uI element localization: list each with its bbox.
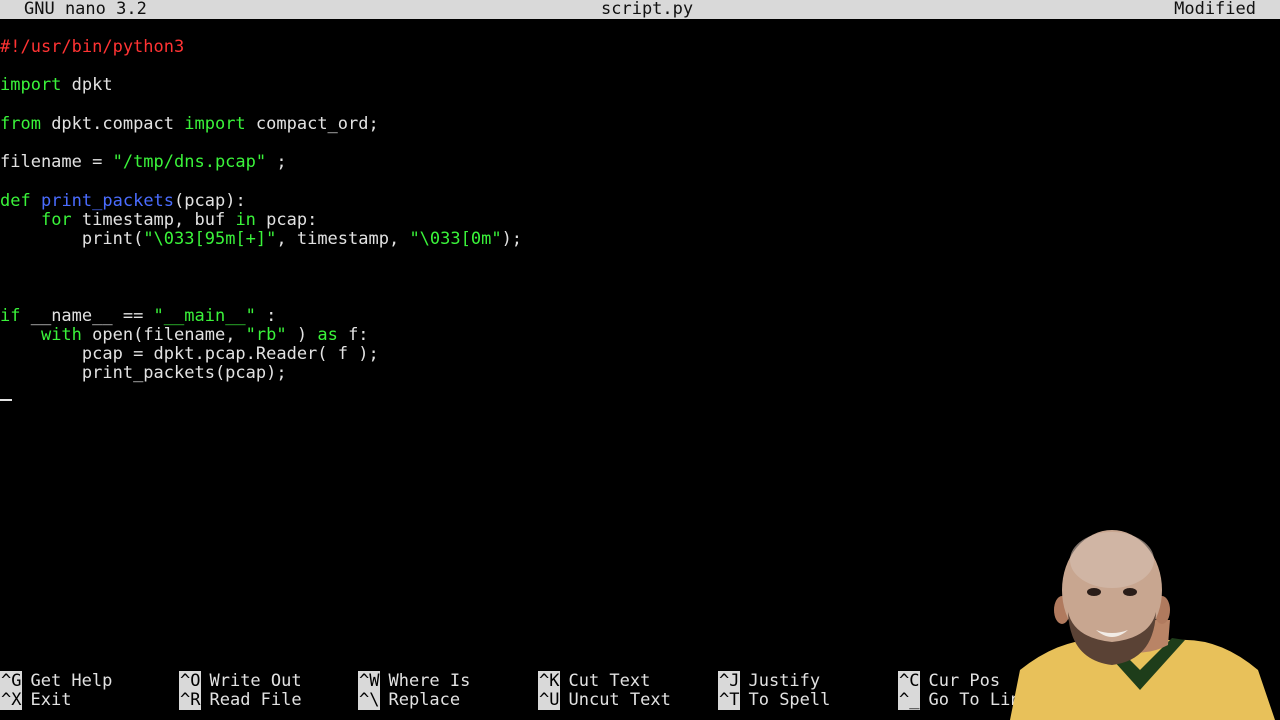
shortcut-key: ^_ [898,690,921,710]
keyword-import: import [0,75,62,96]
code-line-2[interactable] [0,57,1280,76]
shortcut-justify[interactable]: ^J Justify [718,671,821,691]
nano-title-bar: GNU nano 3.2 script.py Modified [0,0,1280,19]
code-line-17[interactable]: pcap = dpkt.pcap.Reader( f ); [0,344,1280,364]
keyword-as: as [317,324,338,345]
shortcut-cut-text[interactable]: ^K Cut Text [538,671,651,691]
code-text: pcap = dpkt.pcap.Reader( f ); [81,344,379,364]
keyword-if: if [0,305,21,326]
shortcut-key: ^T [718,690,741,710]
code-line-11[interactable]: print("\033[95m[+]", timestamp, "\033[0m… [0,228,1280,249]
string-literal: "/tmp/dns.pcap" [112,152,267,173]
code-text: , timestamp, [276,228,410,249]
shortcut-key: ^\ [358,690,381,710]
shortcut-label: Write Out [209,671,302,691]
code-text: dpkt [61,75,113,96]
code-line-3[interactable]: import dpkt [0,76,1280,95]
keyword-for: for [40,209,72,230]
code-line-18[interactable]: print_packets(pcap); [0,364,1280,383]
shortcut-label: Read File [209,690,302,710]
shortcut-label: Exit [30,690,72,710]
shortcut-key: ^J [718,671,741,691]
shortcut-key: ^O [179,671,202,691]
code-text: filename = [0,152,113,173]
string-literal: "\033[95m[+]" [143,228,277,249]
shortcut-cur-pos[interactable]: ^C Cur Pos [898,671,1001,691]
app-name: GNU nano 3.2 [24,0,147,19]
shortcut-key: ^C [898,671,921,691]
shortcut-label: Get Help [30,671,113,691]
code-line-16[interactable]: with open(filename, "rb" ) as f: [0,324,1280,345]
shortcut-to-spell[interactable]: ^T To Spell [718,690,831,710]
code-text: timestamp, buf [71,209,236,230]
shortcut-write-out[interactable]: ^O Write Out [179,671,302,691]
code-text: ) [286,324,318,345]
text-cursor [0,399,12,401]
shortcut-exit[interactable]: ^X Exit [0,690,72,710]
shortcut-label: To Spell [748,690,831,710]
code-text: dpkt.compact [40,113,185,134]
shortcut-key: ^U [538,690,561,710]
shortcut-key: ^R [179,690,202,710]
shortcut-get-help[interactable]: ^G Get Help [0,671,113,691]
webcam-overlay [1010,530,1275,720]
shortcut-replace[interactable]: ^\ Replace [358,690,461,710]
code-line-13[interactable] [0,268,1280,287]
keyword-def: def [0,190,31,211]
code-text: open(filename, [81,324,246,345]
file-name: script.py [601,0,694,19]
shortcut-label: Cut Text [568,671,651,691]
shortcut-key: ^X [0,690,23,710]
shortcut-label: Cur Pos [928,671,1001,691]
keyword-in: in [235,209,256,230]
shortcut-label: Justify [748,671,821,691]
shortcut-where-is[interactable]: ^W Where Is [358,671,471,691]
shortcut-label: Uncut Text [568,690,671,710]
code-text: print_packets(pcap); [81,363,287,384]
code-line-1[interactable]: #!/usr/bin/python3 [0,37,1280,57]
modified-status: Modified [1174,0,1256,19]
code-text: pcap: [255,209,318,230]
code-line-4[interactable] [0,96,1280,115]
code-line-10[interactable]: for timestamp, buf in pcap: [0,209,1280,230]
shortcut-read-file[interactable]: ^R Read File [179,690,302,710]
string-literal: "\033[0m" [409,228,502,249]
code-line-8[interactable] [0,172,1280,191]
code-text: (pcap): [174,190,246,211]
shortcut-key: ^G [0,671,23,691]
code-text: compact_ord; [245,113,379,134]
shortcut-key: ^K [538,671,561,691]
function-name: print_packets [40,190,175,211]
code-line-7[interactable]: filename = "/tmp/dns.pcap" ; [0,153,1280,172]
string-literal: "__main__" [153,305,256,326]
code-line-12[interactable] [0,249,1280,268]
editor-area[interactable]: #!/usr/bin/python3 import dpkt from dpkt… [0,37,1280,383]
shortcut-key: ^W [358,671,381,691]
shortcut-label: Replace [388,690,461,710]
shortcut-label: Where Is [388,671,471,691]
code-text: __name__ == [20,305,154,326]
keyword-import: import [184,113,246,134]
code-line-5[interactable]: from dpkt.compact import compact_ord; [0,113,1280,134]
string-literal: "rb" [245,324,287,345]
code-text: f: [337,324,369,345]
code-text: ); [501,228,523,249]
code-line-6[interactable] [0,134,1280,153]
code-line-14[interactable] [0,287,1280,306]
code-text: ; [266,152,287,173]
shortcut-uncut-text[interactable]: ^U Uncut Text [538,690,671,710]
code-line-9[interactable]: def print_packets(pcap): [0,190,1280,211]
code-text: : [255,305,277,326]
keyword-from: from [0,113,41,134]
code-line-15[interactable]: if __name__ == "__main__" : [0,305,1280,326]
code-text: print( [81,228,144,249]
keyword-with: with [40,324,82,345]
